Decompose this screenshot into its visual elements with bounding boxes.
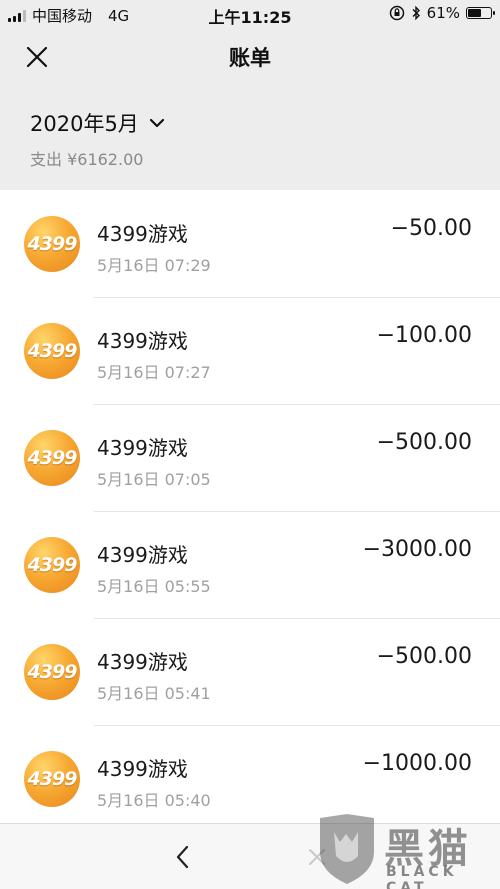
merchant-logo-text: 4399	[27, 447, 78, 469]
close-button[interactable]	[22, 42, 52, 72]
chevron-left-icon	[176, 845, 189, 869]
transaction-time: 5月16日 07:05	[97, 470, 211, 489]
chevron-down-icon	[149, 118, 164, 128]
bill-row[interactable]: 4399 4399游戏 5月16日 05:40 −1000.00	[0, 725, 500, 832]
transaction-amount: −50.00	[390, 216, 472, 241]
battery-label: 61%	[426, 4, 460, 22]
transaction-time: 5月16日 07:29	[97, 256, 211, 275]
close-icon	[26, 46, 48, 68]
expense-total: 支出 ¥6162.00	[30, 150, 144, 169]
merchant-logo: 4399	[24, 537, 80, 593]
page-title: 账单	[229, 46, 271, 70]
transaction-time: 5月16日 07:27	[97, 363, 211, 382]
transaction-amount: −3000.00	[362, 537, 472, 562]
bill-list: 4399 4399游戏 5月16日 07:29 −50.00 4399 4399游戏 5月1…	[0, 190, 500, 832]
transaction-time: 5月16日 05:40	[97, 791, 211, 810]
merchant-logo-text: 4399	[27, 661, 78, 683]
merchant-logo: 4399	[24, 323, 80, 379]
forward-button[interactable]	[304, 842, 330, 872]
status-bar: 中国移动 4G 上午11:25 61%	[0, 0, 500, 28]
bill-row[interactable]: 4399 4399游戏 5月16日 07:27 −100.00	[0, 297, 500, 404]
bill-row[interactable]: 4399 4399游戏 5月16日 07:05 −500.00	[0, 404, 500, 511]
bill-row[interactable]: 4399 4399游戏 5月16日 07:29 −50.00	[0, 190, 500, 297]
summary-header: 2020年5月 支出 ¥6162.00	[0, 86, 500, 190]
bottom-toolbar	[0, 823, 500, 889]
merchant-name: 4399游戏	[97, 757, 188, 781]
battery-fill	[468, 9, 482, 17]
transaction-amount: −100.00	[376, 323, 472, 348]
merchant-logo: 4399	[24, 644, 80, 700]
merchant-logo: 4399	[24, 430, 80, 486]
back-button[interactable]	[170, 842, 196, 872]
merchant-name: 4399游戏	[97, 543, 188, 567]
transaction-amount: −1000.00	[362, 751, 472, 776]
merchant-name: 4399游戏	[97, 650, 188, 674]
battery-icon	[466, 7, 495, 19]
bill-row[interactable]: 4399 4399游戏 5月16日 05:41 −500.00	[0, 618, 500, 725]
merchant-name: 4399游戏	[97, 329, 188, 353]
transaction-time: 5月16日 05:41	[97, 684, 211, 703]
merchant-logo: 4399	[24, 751, 80, 807]
month-label: 2020年5月	[30, 112, 139, 136]
merchant-logo-text: 4399	[27, 768, 78, 790]
bluetooth-icon	[412, 5, 420, 21]
merchant-name: 4399游戏	[97, 222, 188, 246]
nav-bar: 账单	[0, 28, 500, 86]
month-selector[interactable]: 2020年5月	[30, 108, 165, 138]
merchant-logo-text: 4399	[27, 554, 78, 576]
transaction-time: 5月16日 05:55	[97, 577, 211, 596]
orientation-lock-icon	[389, 5, 404, 21]
transaction-amount: −500.00	[376, 644, 472, 669]
close-icon	[309, 849, 325, 865]
merchant-name: 4399游戏	[97, 436, 188, 460]
transaction-amount: −500.00	[376, 430, 472, 455]
bill-row[interactable]: 4399 4399游戏 5月16日 05:55 −3000.00	[0, 511, 500, 618]
status-right: 61%	[389, 4, 495, 22]
merchant-logo: 4399	[24, 216, 80, 272]
merchant-logo-text: 4399	[27, 233, 78, 255]
merchant-logo-text: 4399	[27, 340, 78, 362]
